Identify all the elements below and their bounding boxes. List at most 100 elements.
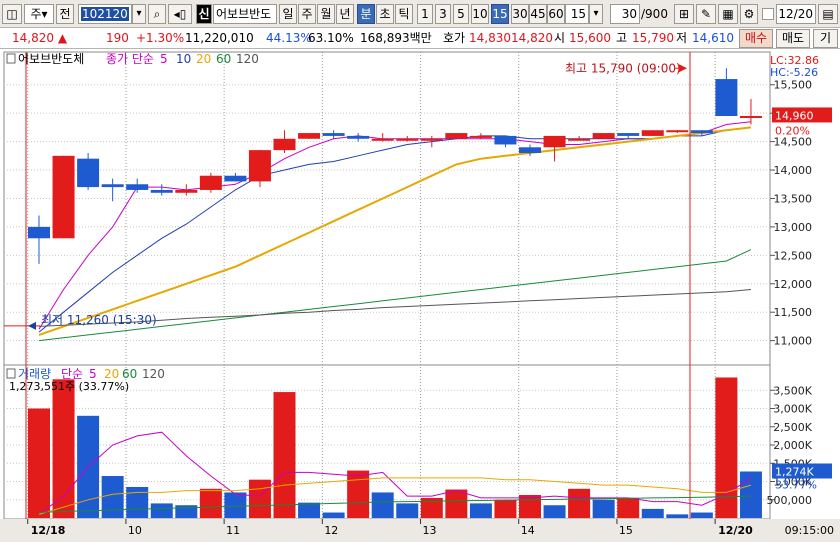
low-price: 14,610 xyxy=(692,31,734,45)
volume-bar xyxy=(568,488,591,518)
period-button[interactable]: 일 xyxy=(279,4,297,24)
period-button[interactable]: 초 xyxy=(376,4,394,24)
stock-chart[interactable]: 11,000 11,500 12,000 12,500 13,000 13,500 14,0… xyxy=(0,50,840,542)
chart-icon[interactable]: ▦ xyxy=(718,4,738,24)
interval-button[interactable]: 10 xyxy=(471,4,489,24)
candle-body xyxy=(396,138,419,141)
candle-body xyxy=(101,184,124,188)
tool-icon[interactable]: ⊞ xyxy=(674,4,694,24)
interval-button[interactable]: 5 xyxy=(453,4,469,24)
market-select[interactable]: 주▾ xyxy=(24,4,54,24)
interval-button[interactable]: 30 xyxy=(511,4,529,24)
interval-dropdown-icon[interactable]: ▾ xyxy=(589,4,603,24)
volume-bar xyxy=(519,495,541,518)
hc-value: HC:-5.26 xyxy=(770,66,818,79)
draw-icon[interactable]: ✎ xyxy=(696,4,716,24)
candle-body xyxy=(248,150,271,182)
price-tick-label: 13,500 xyxy=(774,192,813,205)
volume-bar xyxy=(248,479,271,518)
period-button[interactable]: 분 xyxy=(357,4,375,24)
candle-body xyxy=(519,147,541,153)
candle-body xyxy=(175,189,198,193)
price-ma-period: 120 xyxy=(236,52,259,66)
current-price-value: 14,960 xyxy=(775,109,814,122)
calendar-icon[interactable]: ▤ xyxy=(818,4,838,24)
price-tick-label: 12,500 xyxy=(774,249,813,262)
current-price: 14,820 ▲ xyxy=(12,31,68,45)
price-tick-label: 12,000 xyxy=(774,278,813,291)
candle-body xyxy=(445,133,468,139)
toolbar: ◫ 주▾ 전 102120 ▾ ⌕ ◂▯ 신 어보브반도 일주월년분초틱 135… xyxy=(0,0,840,28)
open-label: 시 xyxy=(554,31,566,45)
speaker-icon[interactable]: ◂▯ xyxy=(168,4,192,24)
price-tick-label: 11,000 xyxy=(774,335,813,348)
gear-icon[interactable]: ⚙ xyxy=(740,4,758,24)
code-dropdown-icon[interactable]: ▾ xyxy=(132,4,146,24)
price-tick-label: 15,500 xyxy=(774,79,813,92)
stock-code-input[interactable]: 102120 xyxy=(78,4,132,24)
volume-bar xyxy=(690,512,713,518)
volume-ma-period: 120 xyxy=(142,367,165,381)
stock-code-value: 102120 xyxy=(81,7,129,21)
buy-button[interactable]: 매수 xyxy=(739,29,773,48)
period-button[interactable]: 월 xyxy=(317,4,335,24)
full-toggle[interactable]: 전 xyxy=(56,4,74,24)
price-tick-label: 13,000 xyxy=(774,221,813,234)
price-change: 190 xyxy=(106,31,129,45)
volume-tick-label: 3,500K xyxy=(773,384,812,397)
price-ma-period: 60 xyxy=(216,52,231,66)
volume-bar xyxy=(592,499,615,518)
period-button[interactable]: 주 xyxy=(298,4,316,24)
volume-bar xyxy=(371,492,394,518)
interval-button[interactable]: 15 xyxy=(491,4,509,24)
interval-button[interactable]: 45 xyxy=(529,4,547,24)
more-button[interactable]: 기 xyxy=(813,29,838,48)
candle-body xyxy=(494,135,517,145)
volume-bar xyxy=(347,470,370,518)
date-checkbox[interactable] xyxy=(762,8,774,20)
ask-price: 14,830 xyxy=(469,31,511,45)
period-button[interactable]: 틱 xyxy=(395,4,413,24)
turnover: 63.10% xyxy=(308,31,354,45)
volume-bar xyxy=(445,489,468,518)
volume-tag-value: 1,274K xyxy=(775,465,814,478)
interval-input[interactable]: 15 xyxy=(565,4,589,24)
x-tick-label: 12/18 xyxy=(31,524,66,537)
candle-body xyxy=(273,138,296,151)
market-value: 주 xyxy=(30,7,42,21)
layout-icon[interactable]: ◫ xyxy=(2,4,22,24)
ask-label: 호가 xyxy=(443,31,466,45)
volume-tick-label: 3,000K xyxy=(773,403,812,416)
candle-body xyxy=(617,133,640,136)
candle-body xyxy=(371,138,394,141)
count-input[interactable]: 30 xyxy=(610,4,640,24)
price-tick-label: 11,500 xyxy=(774,306,813,319)
volume: 11,220,010 xyxy=(185,31,254,45)
interval-button[interactable]: 60 xyxy=(547,4,565,24)
price-change-pct: +1.30% xyxy=(136,31,185,45)
volume-bar xyxy=(322,512,345,518)
period-button[interactable]: 년 xyxy=(336,4,354,24)
candle-body xyxy=(28,226,50,239)
interval-button[interactable]: 3 xyxy=(435,4,451,24)
volume-bar xyxy=(666,514,689,518)
volume-bar xyxy=(126,486,149,518)
high-price: 15,790 xyxy=(632,31,674,45)
bid-price: 14,820 xyxy=(511,31,553,45)
sell-button[interactable]: 매도 xyxy=(776,29,810,48)
volume-bar xyxy=(273,392,296,518)
candle-body xyxy=(592,133,615,139)
date-input[interactable]: 12/20 xyxy=(776,4,816,24)
volume-ma-period: 20 xyxy=(104,367,119,381)
candle-body xyxy=(690,130,713,134)
interval-button[interactable]: 1 xyxy=(417,4,433,24)
candle-body xyxy=(77,158,100,188)
candle-body xyxy=(224,175,247,182)
trade-amount: 168,893백만 xyxy=(360,31,432,45)
time-label: 09:15:00 xyxy=(785,524,834,537)
credit-badge: 신 xyxy=(196,4,212,24)
candle-body xyxy=(568,138,591,141)
volume-legend-box xyxy=(6,368,16,379)
search-icon[interactable]: ⌕ xyxy=(148,4,166,24)
volume-bar xyxy=(150,503,173,518)
